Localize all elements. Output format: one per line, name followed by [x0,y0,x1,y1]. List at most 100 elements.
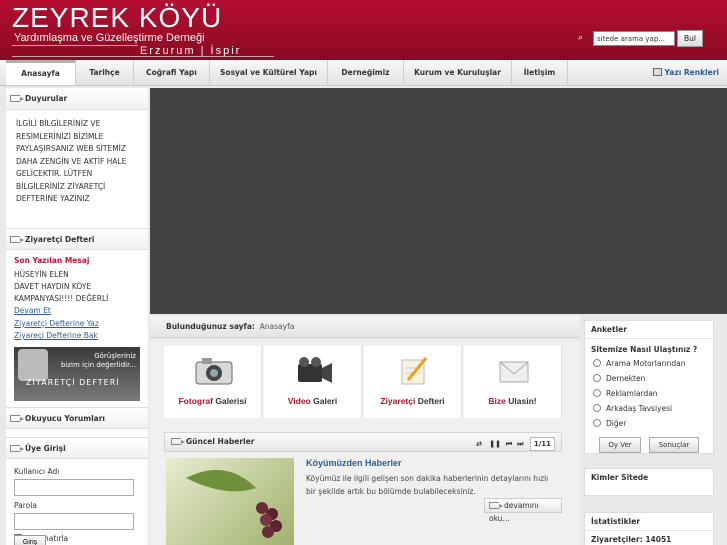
main-content: Fotograf Galerisi Video Galeri Ziyaretçi… [150,340,580,545]
poll-title: Anketler [585,321,713,339]
video-gallery-label: Video Galeri [287,396,338,406]
logo-divider-bottom [12,56,274,57]
announcements-title: Duyurular [25,94,68,103]
statistics-title: İstatistikler [585,513,713,531]
logo-divider [12,45,138,46]
guestbook-link[interactable]: Ziyaretçi Defteri [364,346,462,418]
read-more-link[interactable]: Devam Et [6,305,148,318]
radio-button[interactable] [593,404,601,412]
breadcrumb-current[interactable]: Anasayfa [260,322,295,331]
next-icon[interactable]: ⏭ [517,440,523,448]
banner-text: Görüşleriniz bizim için değerlidir... [60,351,136,369]
poll-option[interactable]: Diğer [585,416,713,431]
guestbook-banner[interactable]: Görüşleriniz bizim için değerlidir... Zİ… [14,346,140,401]
login-title: Üye Girişi [25,443,66,453]
guestbook-header: Ziyaretçi Defteri [6,228,148,250]
poll-option[interactable]: Reklamlardan [585,386,713,401]
contact-label: Bize Ulasin! [488,396,537,406]
guestbook-title: Ziyaretçi Defteri [25,235,95,244]
arrow-icon [10,95,24,102]
banner-photo [18,348,48,381]
search-button[interactable]: Bul [677,30,703,47]
radio-button[interactable] [593,374,601,382]
arrow-icon [10,236,24,243]
view-guestbook-link[interactable]: Ziyareçi Defterine Bak [6,330,148,343]
radio-button[interactable] [593,389,601,397]
palette-icon [652,68,662,76]
arrow-icon [489,502,503,509]
pause-icon[interactable]: ❚❚ [489,440,501,448]
text-colors-button[interactable]: Yazı Renkleri [652,60,719,85]
guestbook-label: Ziyaretçi Defteri [380,396,445,406]
last-message-author: HÜSEYİN ELEN [14,270,69,279]
breadcrumb-label: Bulunduğunuz sayfa: [166,322,255,331]
password-field[interactable] [14,512,134,530]
main-nav: Anasayfa Tarihçe Coğrafi Yapı Sosyal ve … [0,60,727,86]
site-subtitle: Yardımlaşma ve Güzelleştirme Derneği [14,32,205,44]
left-sidebar: Duyurular İLGİLİ BİLGİLERİNİZ VE RESİMLE… [6,88,148,545]
poll-question: Sitemize Nasıl Ulaştınız ? [591,345,698,354]
login-header: Üye Girişi [6,436,148,459]
arrow-icon [10,414,24,422]
poll-option[interactable]: Arama Motorlarından [585,356,713,371]
statistics-box: İstatistikler Ziyaretçiler: 14051 [584,512,714,545]
comments-header[interactable]: Okuyucu Yorumları [6,406,148,429]
text-colors-label: Yazı Renkleri [664,68,719,77]
online-users-box: Kimler Sitede [584,468,714,496]
previous-icon[interactable]: ⏮ [506,440,512,448]
camera-icon [195,358,233,385]
pencil-paper-icon [401,357,428,385]
visitor-count: Ziyaretçiler: 14051 [591,535,672,544]
envelope-icon [499,361,529,383]
vote-button[interactable]: Oy Ver [599,437,641,453]
search-icon: ⌕ [578,33,584,43]
nav-item-dernegimiz[interactable]: Derneğimiz [328,60,404,85]
news-item-title[interactable]: Köyümüzden Haberler [306,458,402,468]
site-title[interactable]: ZEYREK KÖYÜ [12,4,222,32]
breadcrumb: Bulunduğunuz sayfa: Anasayfa [150,316,580,338]
news-section-title: Güncel Haberler [186,437,255,446]
photo-gallery-label: Fotograf Galerisi [178,396,247,406]
poll-option[interactable]: Arkadaş Tavsiyesi [585,401,713,416]
nav-item-sosyal-kulturel[interactable]: Sosyal ve Kültürel Yapı [210,60,328,85]
username-label: Kullanıcı Adı [14,466,60,476]
comments-title: Okuyucu Yorumları [25,413,105,423]
shuffle-icon[interactable]: ⇄ [476,440,482,448]
image-slider[interactable] [150,88,727,314]
write-guestbook-link[interactable]: Ziyaretçi Defterine Yaz [6,318,148,331]
contact-link[interactable]: Bize Ulasin! [464,346,562,418]
search-input[interactable] [593,31,675,46]
radio-button[interactable] [593,359,601,367]
online-users-title: Kimler Sitede [591,473,649,482]
nav-item-anasayfa[interactable]: Anasayfa [6,60,76,85]
nav-item-tarihce[interactable]: Tarihçe [76,60,134,85]
banner-title: ZİYARETÇİ DEFTERİ [26,377,120,387]
radio-button[interactable] [593,419,601,427]
nav-item-iletisim[interactable]: İletişim [512,60,568,85]
news-header: Güncel Haberler ⇄ ❚❚ ⏮ ⏭ 1/11 [164,432,562,452]
site-header: ZEYREK KÖYÜ Yardımlaşma ve Güzelleştirme… [0,0,727,60]
video-gallery-link[interactable]: Video Galeri [264,346,362,418]
username-field[interactable] [14,478,134,496]
arrow-icon [10,444,24,452]
video-camera-icon [298,357,332,383]
login-button[interactable]: Giriş [14,535,46,545]
announcements-header: Duyurular [6,88,148,110]
news-controls: ⇄ ❚❚ ⏮ ⏭ 1/11 [476,435,555,453]
results-button[interactable]: Sonuçlar [649,437,699,453]
news-page-counter: 1/11 [529,437,555,451]
nav-item-kurum-kuruluslar[interactable]: Kurum ve Kuruluşlar [404,60,512,85]
right-sidebar: Anketler Sitemize Nasıl Ulaştınız ? Aram… [584,316,714,545]
news-image[interactable] [166,458,294,545]
password-label: Parola [14,500,37,510]
photo-gallery-link[interactable]: Fotograf Galerisi [164,346,262,418]
nav-item-cografi-yapi[interactable]: Coğrafi Yapı [134,60,210,85]
poll-option[interactable]: Dernekten [585,371,713,386]
poll-box: Anketler Sitemize Nasıl Ulaştınız ? Aram… [584,320,714,454]
announcements-text: İLGİLİ BİLGİLERİNİZ VE RESİMLERİNİZİ BİZ… [16,119,127,203]
read-more-button[interactable]: devamını oku... [484,498,562,523]
grapes-image [186,470,282,538]
last-message-label: Son Yazılan Mesaj [14,256,90,265]
news-item-text: Köyümüz ile ilgili gelişen son dakika ha… [306,474,549,496]
arrow-icon [171,438,185,445]
